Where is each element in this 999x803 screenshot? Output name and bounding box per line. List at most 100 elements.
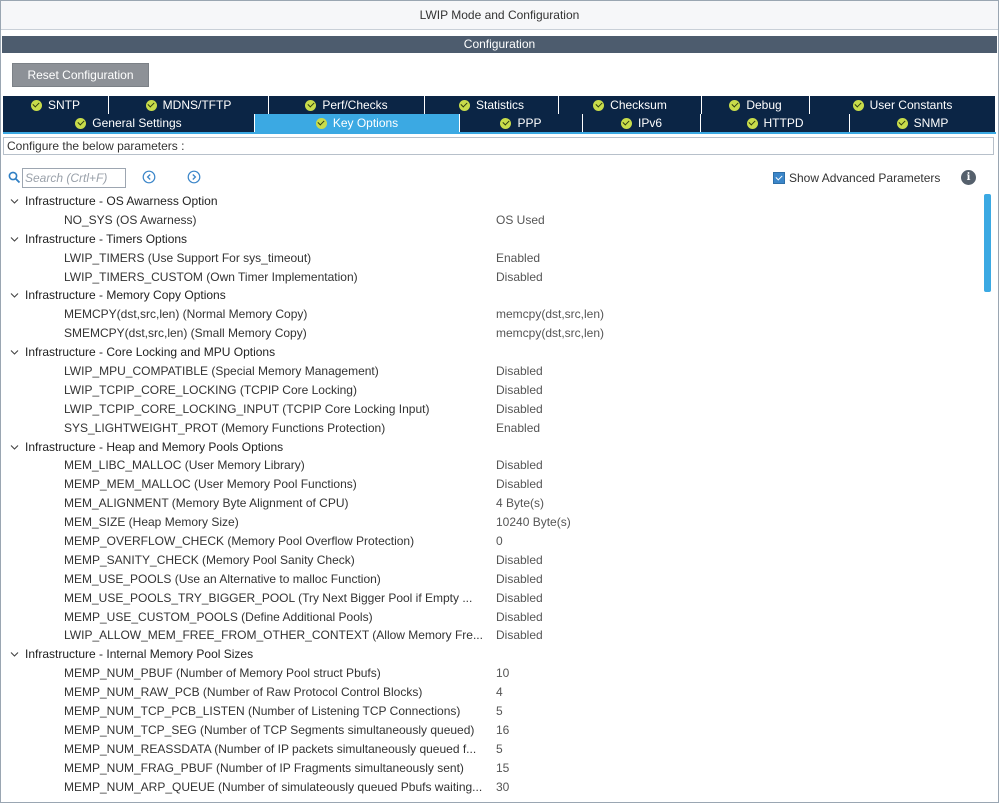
parameter-value[interactable]: Disabled [496, 608, 543, 627]
parameter-value[interactable]: memcpy(dst,src,len) [496, 305, 604, 324]
chevron-down-icon[interactable] [10, 443, 19, 452]
parameter-row[interactable]: LWIP_MPU_COMPATIBLE (Special Memory Mana… [1, 362, 981, 381]
parameter-name[interactable]: SYS_LIGHTWEIGHT_PROT (Memory Functions P… [64, 419, 492, 438]
parameter-name[interactable]: MEM_USE_POOLS (Use an Alternative to mal… [64, 570, 492, 589]
tab-perf-checks[interactable]: Perf/Checks [269, 96, 425, 114]
parameter-row[interactable]: SMEMCPY(dst,src,len) (Small Memory Copy)… [1, 324, 981, 343]
parameter-row[interactable]: MEMP_USE_CUSTOM_POOLS (Define Additional… [1, 608, 981, 627]
tab-ppp[interactable]: PPP [460, 114, 583, 132]
tab-general-settings[interactable]: General Settings [3, 114, 255, 132]
parameter-row[interactable]: LWIP_TCPIP_CORE_LOCKING (TCPIP Core Lock… [1, 381, 981, 400]
parameter-name[interactable]: MEMP_NUM_PBUF (Number of Memory Pool str… [64, 664, 492, 683]
tab-checksum[interactable]: Checksum [559, 96, 702, 114]
parameter-value[interactable]: Enabled [496, 249, 540, 268]
parameter-row[interactable]: MEM_SIZE (Heap Memory Size) 10240 Byte(s) [1, 513, 981, 532]
chevron-down-icon[interactable] [10, 235, 19, 244]
parameter-name[interactable]: LWIP_TCPIP_CORE_LOCKING_INPUT (TCPIP Cor… [64, 400, 492, 419]
tab-debug[interactable]: Debug [702, 96, 810, 114]
group-row[interactable]: Infrastructure - Timers Options [1, 230, 981, 249]
parameter-value[interactable]: Disabled [496, 551, 543, 570]
parameter-row[interactable]: NO_SYS (OS Awarness) OS Used [1, 211, 981, 230]
parameter-row[interactable]: LWIP_TIMERS (Use Support For sys_timeout… [1, 249, 981, 268]
scrollbar-thumb[interactable] [984, 194, 991, 292]
parameter-value[interactable]: Enabled [496, 419, 540, 438]
tab-key-options[interactable]: Key Options [255, 114, 460, 132]
parameter-row[interactable]: MEMP_SANITY_CHECK (Memory Pool Sanity Ch… [1, 551, 981, 570]
parameter-row[interactable]: MEMP_OVERFLOW_CHECK (Memory Pool Overflo… [1, 532, 981, 551]
parameter-name[interactable]: MEMCPY(dst,src,len) (Normal Memory Copy) [64, 305, 492, 324]
parameter-name[interactable]: MEMP_NUM_ARP_QUEUE (Number of simulateou… [64, 778, 492, 797]
parameter-row[interactable]: MEM_LIBC_MALLOC (User Memory Library) Dis… [1, 456, 981, 475]
parameter-value[interactable]: Disabled [496, 456, 543, 475]
parameter-name[interactable]: SMEMCPY(dst,src,len) (Small Memory Copy) [64, 324, 492, 343]
chevron-down-icon[interactable] [10, 348, 19, 357]
parameter-row[interactable]: MEMP_NUM_FRAG_PBUF (Number of IP Fragmen… [1, 759, 981, 778]
chevron-down-icon[interactable] [10, 291, 19, 300]
parameter-row[interactable]: MEMP_NUM_TCP_SEG (Number of TCP Segments… [1, 721, 981, 740]
parameter-value[interactable]: 0 [496, 532, 503, 551]
parameter-value[interactable]: 15 [496, 759, 509, 778]
parameter-value[interactable]: Disabled [496, 589, 543, 608]
parameter-name[interactable]: MEM_SIZE (Heap Memory Size) [64, 513, 492, 532]
group-row[interactable]: Infrastructure - Internal Memory Pool Si… [1, 645, 981, 664]
show-advanced-checkbox[interactable] [773, 172, 785, 184]
parameter-row[interactable]: MEMCPY(dst,src,len) (Normal Memory Copy)… [1, 305, 981, 324]
parameter-row[interactable]: MEMP_NUM_REASSDATA (Number of IP packets… [1, 740, 981, 759]
parameter-name[interactable]: NO_SYS (OS Awarness) [64, 211, 492, 230]
parameter-name[interactable]: MEMP_SANITY_CHECK (Memory Pool Sanity Ch… [64, 551, 492, 570]
tab-sntp[interactable]: SNTP [3, 96, 109, 114]
chevron-down-icon[interactable] [10, 650, 19, 659]
tab-user-constants[interactable]: User Constants [810, 96, 996, 114]
group-row[interactable]: Infrastructure - Heap and Memory Pools O… [1, 438, 981, 457]
parameter-row[interactable]: MEMP_NUM_ARP_QUEUE (Number of simulateou… [1, 778, 981, 797]
parameter-value[interactable]: Disabled [496, 475, 543, 494]
reset-configuration-button[interactable]: Reset Configuration [12, 63, 149, 87]
group-row[interactable]: Infrastructure - Memory Copy Options [1, 286, 981, 305]
parameter-value[interactable]: 5 [496, 740, 503, 759]
parameter-row[interactable]: MEMP_NUM_PBUF (Number of Memory Pool str… [1, 664, 981, 683]
parameter-value[interactable]: 10240 Byte(s) [496, 513, 571, 532]
parameter-value[interactable]: Disabled [496, 362, 543, 381]
parameter-name[interactable]: MEMP_NUM_TCP_PCB_LISTEN (Number of Liste… [64, 702, 492, 721]
search-input[interactable] [22, 168, 126, 188]
parameter-value[interactable]: memcpy(dst,src,len) [496, 324, 604, 343]
tab-mdns-tftp[interactable]: MDNS/TFTP [109, 96, 269, 114]
parameter-name[interactable]: LWIP_MPU_COMPATIBLE (Special Memory Mana… [64, 362, 492, 381]
parameter-value[interactable]: 4 [496, 683, 503, 702]
tab-snmp[interactable]: SNMP [850, 114, 996, 132]
search-previous-icon[interactable] [142, 170, 156, 184]
parameter-row[interactable]: MEM_USE_POOLS (Use an Alternative to mal… [1, 570, 981, 589]
parameter-row[interactable]: MEM_ALIGNMENT (Memory Byte Alignment of … [1, 494, 981, 513]
parameter-name[interactable]: MEM_ALIGNMENT (Memory Byte Alignment of … [64, 494, 492, 513]
parameter-value[interactable]: Disabled [496, 626, 543, 645]
parameter-value[interactable]: Disabled [496, 381, 543, 400]
parameter-name[interactable]: MEMP_USE_CUSTOM_POOLS (Define Additional… [64, 608, 492, 627]
parameter-value[interactable]: 16 [496, 721, 509, 740]
parameter-name[interactable]: MEM_USE_POOLS_TRY_BIGGER_POOL (Try Next … [64, 589, 492, 608]
parameter-value[interactable]: Disabled [496, 400, 543, 419]
parameter-value[interactable]: Disabled [496, 268, 543, 287]
parameter-value[interactable]: 10 [496, 664, 509, 683]
parameter-value[interactable]: 4 Byte(s) [496, 494, 544, 513]
parameter-name[interactable]: MEM_LIBC_MALLOC (User Memory Library) [64, 456, 492, 475]
parameter-value[interactable]: 5 [496, 702, 503, 721]
parameter-value[interactable]: Disabled [496, 570, 543, 589]
info-icon[interactable]: i [961, 170, 976, 185]
parameter-row[interactable]: MEMP_NUM_RAW_PCB (Number of Raw Protocol… [1, 683, 981, 702]
parameter-name[interactable]: LWIP_TCPIP_CORE_LOCKING (TCPIP Core Lock… [64, 381, 492, 400]
group-row[interactable]: Infrastructure - OS Awarness Option [1, 192, 981, 211]
parameter-name[interactable]: MEMP_NUM_RAW_PCB (Number of Raw Protocol… [64, 683, 492, 702]
parameter-row[interactable]: LWIP_TCPIP_CORE_LOCKING_INPUT (TCPIP Cor… [1, 400, 981, 419]
parameter-row[interactable]: MEM_USE_POOLS_TRY_BIGGER_POOL (Try Next … [1, 589, 981, 608]
parameter-row[interactable]: LWIP_ALLOW_MEM_FREE_FROM_OTHER_CONTEXT (… [1, 626, 981, 645]
parameter-name[interactable]: LWIP_TIMERS (Use Support For sys_timeout… [64, 249, 492, 268]
parameter-name[interactable]: LWIP_ALLOW_MEM_FREE_FROM_OTHER_CONTEXT (… [64, 626, 492, 645]
parameter-name[interactable]: MEMP_MEM_MALLOC (User Memory Pool Functi… [64, 475, 492, 494]
parameter-row[interactable]: LWIP_TIMERS_CUSTOM (Own Timer Implementa… [1, 268, 981, 287]
parameter-name[interactable]: MEMP_NUM_FRAG_PBUF (Number of IP Fragmen… [64, 759, 492, 778]
search-next-icon[interactable] [187, 170, 201, 184]
parameter-value[interactable]: 30 [496, 778, 509, 797]
tab-ipv6[interactable]: IPv6 [583, 114, 701, 132]
parameter-row[interactable]: MEMP_NUM_TCP_PCB_LISTEN (Number of Liste… [1, 702, 981, 721]
parameter-row[interactable]: SYS_LIGHTWEIGHT_PROT (Memory Functions P… [1, 419, 981, 438]
